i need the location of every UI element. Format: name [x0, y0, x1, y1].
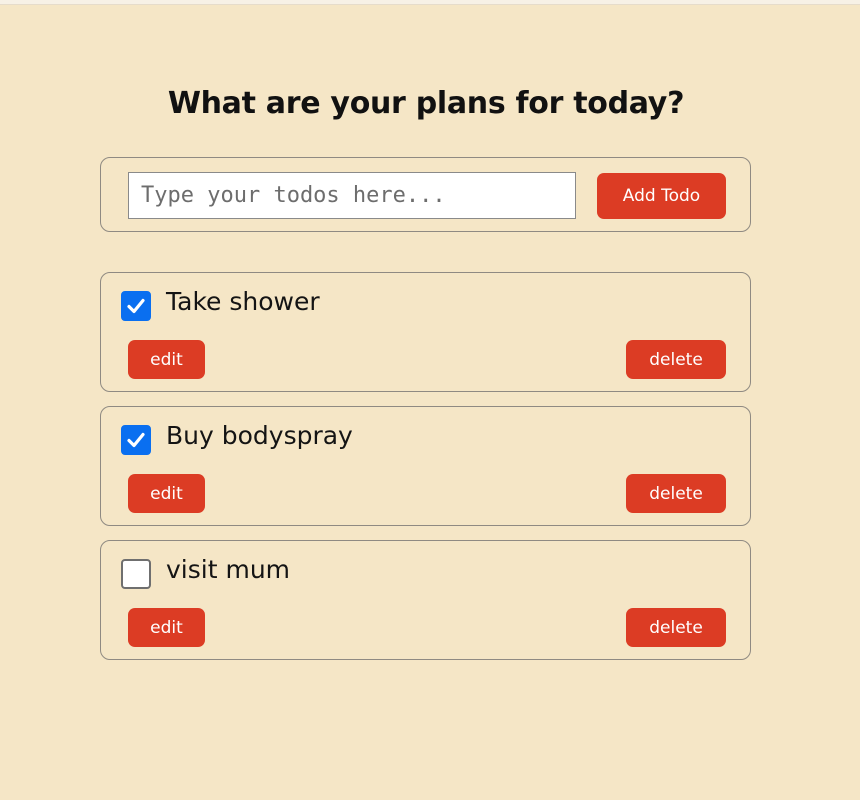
delete-button[interactable]: delete: [626, 474, 726, 513]
edit-button[interactable]: edit: [128, 608, 205, 647]
todo-item: Buy bodyspray edit delete: [100, 406, 751, 526]
checkmark-icon: [127, 432, 145, 448]
edit-button[interactable]: edit: [128, 340, 205, 379]
checkbox-checked-icon[interactable]: [121, 291, 151, 321]
checkbox-checked-icon[interactable]: [121, 425, 151, 455]
delete-button[interactable]: delete: [626, 608, 726, 647]
window-top-edge: [0, 0, 860, 5]
add-todo-button[interactable]: Add Todo: [597, 173, 726, 219]
edit-button[interactable]: edit: [128, 474, 205, 513]
todo-input[interactable]: [128, 172, 576, 219]
todo-item: Take shower edit delete: [100, 272, 751, 392]
todo-text: visit mum: [166, 555, 291, 584]
todo-text: Take shower: [166, 287, 320, 316]
checkmark-icon: [127, 298, 145, 314]
todo-item: visit mum edit delete: [100, 540, 751, 660]
todo-text: Buy bodyspray: [166, 421, 353, 450]
todo-form: Add Todo: [100, 157, 751, 232]
delete-button[interactable]: delete: [626, 340, 726, 379]
checkbox-unchecked-icon[interactable]: [121, 559, 151, 589]
page-title: What are your plans for today?: [167, 86, 685, 121]
